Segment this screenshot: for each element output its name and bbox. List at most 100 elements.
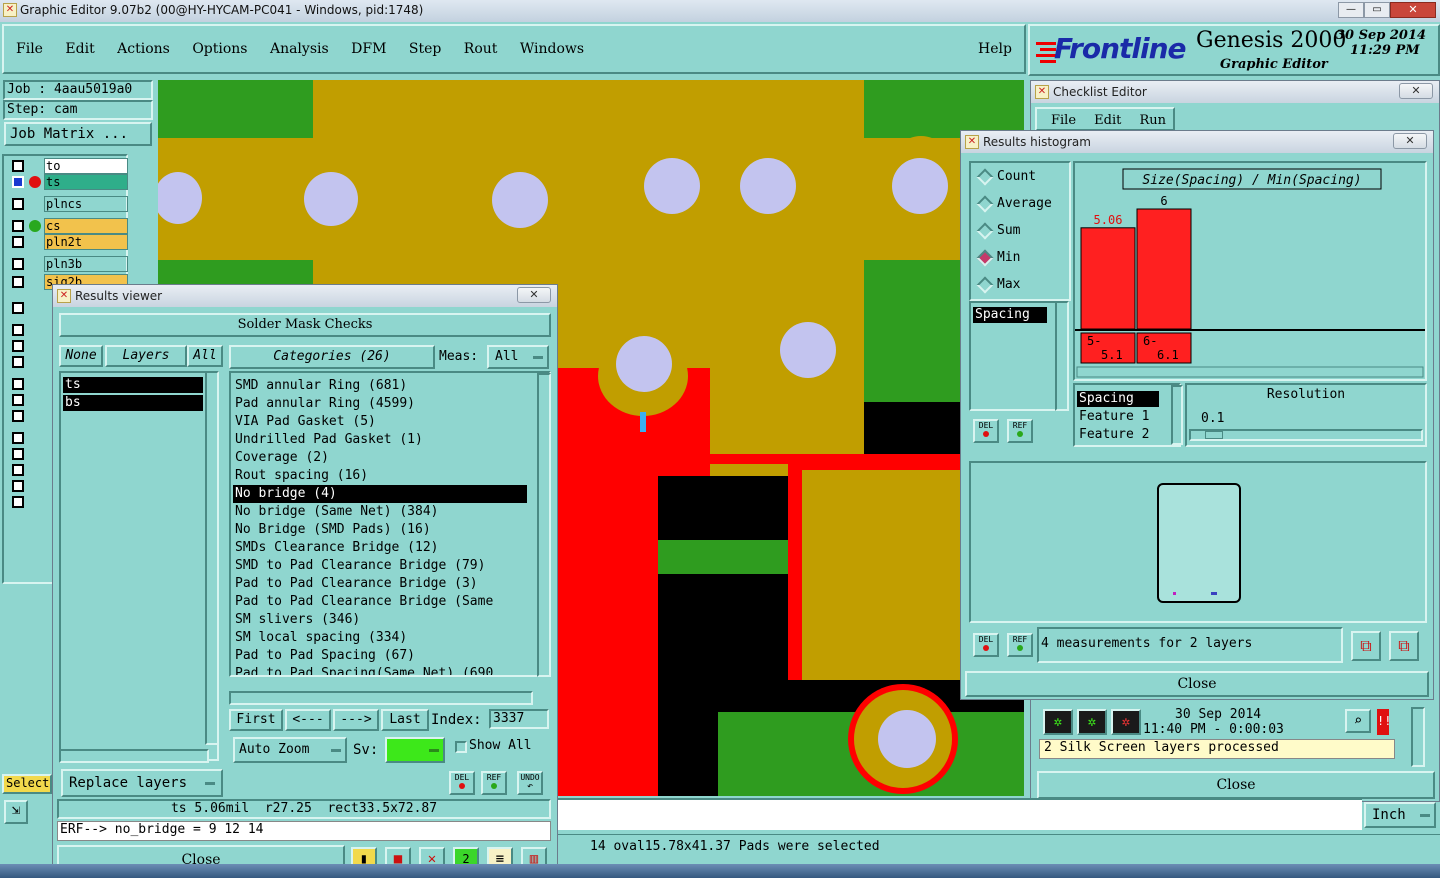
last-button[interactable]: Last [381, 709, 429, 731]
checklist-close-button[interactable]: Close [1037, 771, 1435, 799]
radio-average[interactable]: Average [976, 194, 1067, 214]
select-button[interactable]: Select [2, 774, 52, 794]
ref-icon[interactable]: REF [1007, 419, 1033, 443]
first-button[interactable]: First [229, 709, 283, 731]
close-icon[interactable]: ✕ [517, 287, 551, 303]
legend-scrollbar[interactable] [1171, 385, 1183, 445]
job-label: Job : 4aau5019a0 [3, 80, 153, 100]
none-button[interactable]: None [59, 345, 103, 367]
checklist-scrollbar[interactable] [1411, 707, 1425, 767]
category-item[interactable]: VIA Pad Gasket (5) [233, 413, 527, 431]
units-dropdown[interactable]: Inch [1364, 802, 1436, 828]
list-item[interactable]: Spacing [973, 307, 1047, 323]
step-label: Step: cam [3, 100, 153, 120]
del-icon[interactable]: DEL [449, 771, 475, 795]
category-item[interactable]: Pad to Pad Spacing (67) [233, 647, 527, 665]
category-item[interactable]: Coverage (2) [233, 449, 527, 467]
layer-checkbox[interactable] [12, 258, 24, 270]
category-item[interactable]: Rout spacing (16) [233, 467, 527, 485]
maximize-button[interactable]: ▭ [1364, 2, 1390, 18]
category-item[interactable]: SM local spacing (334) [233, 629, 527, 647]
auto-zoom-dropdown[interactable]: Auto Zoom [233, 737, 347, 763]
categories-list[interactable]: SMD annular Ring (681) Pad annular Ring (… [229, 371, 551, 677]
histogram-close-button[interactable]: Close [965, 671, 1429, 697]
category-item[interactable]: SMDs Clearance Bridge (12) [233, 539, 527, 557]
layer-checkbox[interactable] [12, 176, 24, 188]
close-icon[interactable]: ✕ [1393, 133, 1427, 149]
checklist-menu-run[interactable]: Run [1140, 113, 1167, 128]
checklist-menu-file[interactable]: File [1051, 113, 1076, 128]
category-item[interactable]: SMD to Pad Clearance Bridge (79) [233, 557, 527, 575]
menu-dfm[interactable]: DFM [351, 41, 386, 57]
radio-min[interactable]: Min [976, 248, 1067, 268]
category-item[interactable]: Pad to Pad Clearance Bridge (3) [233, 575, 527, 593]
categories-hscrollbar[interactable] [229, 691, 533, 705]
radio-sum[interactable]: Sum [976, 221, 1067, 241]
menu-step[interactable]: Step [409, 41, 441, 57]
menu-windows[interactable]: Windows [520, 41, 584, 57]
del-icon[interactable]: DEL [973, 419, 999, 443]
category-item[interactable]: No Bridge (SMD Pads) (16) [233, 521, 527, 539]
menu-rout[interactable]: Rout [464, 41, 498, 57]
category-item[interactable]: Undrilled Pad Gasket (1) [233, 431, 527, 449]
zoom-icon[interactable]: ⌕ [1345, 709, 1371, 733]
category-item[interactable]: Pad annular Ring (4599) [233, 395, 527, 413]
del-icon[interactable]: DEL [973, 633, 999, 657]
checklist-menu-edit[interactable]: Edit [1094, 113, 1121, 128]
layer-results-list[interactable]: ts bs [59, 371, 219, 761]
run-action-icon[interactable]: ✲ [1111, 709, 1141, 735]
layer-checkbox[interactable] [12, 198, 24, 210]
menu-options[interactable]: Options [192, 41, 247, 57]
list-item[interactable]: ts [63, 377, 203, 393]
export-icon[interactable]: ⧉ [1389, 631, 1419, 661]
close-icon[interactable]: ✕ [1399, 83, 1433, 99]
resolution-slider[interactable] [1189, 429, 1423, 441]
undo-icon[interactable]: UNDO ↶ [517, 771, 543, 795]
menu-help[interactable]: Help [978, 41, 1012, 57]
sv-color-dropdown[interactable] [385, 737, 445, 763]
menu-edit[interactable]: Edit [65, 41, 94, 57]
replace-layers-dropdown[interactable]: Replace layers [61, 769, 223, 797]
measure-list-scrollbar[interactable] [1055, 301, 1069, 411]
ref-icon[interactable]: REF [1007, 633, 1033, 657]
all-layers-button[interactable]: All [187, 345, 223, 367]
list-item[interactable]: bs [63, 395, 203, 411]
category-item[interactable]: Pad to Pad Spacing(Same Net) (690 [233, 665, 527, 675]
categories-scrollbar[interactable] [537, 373, 551, 677]
category-item[interactable]: SMD annular Ring (681) [233, 377, 527, 395]
category-item[interactable]: Pad to Pad Clearance Bridge (Same [233, 593, 527, 611]
minimize-button[interactable]: — [1338, 2, 1364, 18]
layers-button[interactable]: Layers [105, 345, 187, 367]
menu-file[interactable]: File [16, 41, 43, 57]
layer-checkbox[interactable] [12, 236, 24, 248]
show-all-checkbox[interactable] [455, 741, 467, 753]
export-icon[interactable]: ⧉ [1351, 631, 1381, 661]
radio-max[interactable]: Max [976, 275, 1067, 295]
category-item[interactable]: SM slivers (346) [233, 611, 527, 629]
meas-dropdown[interactable]: All [487, 345, 549, 369]
layer-checkbox[interactable] [12, 160, 24, 172]
index-input[interactable]: 3337 [489, 709, 549, 729]
ref-icon[interactable]: REF [481, 771, 507, 795]
run-action-icon[interactable]: ✲ [1043, 709, 1073, 735]
radio-icon [976, 276, 994, 294]
categories-button[interactable]: Categories (26) [229, 345, 435, 369]
menu-actions[interactable]: Actions [117, 41, 170, 57]
prev-button[interactable]: <--- [285, 709, 331, 731]
next-button[interactable]: ---> [333, 709, 379, 731]
layer-checkbox[interactable] [12, 276, 24, 288]
run-action-icon[interactable]: ✲ [1077, 709, 1107, 735]
category-item[interactable]: No bridge (Same Net) (384) [233, 503, 527, 521]
category-item[interactable]: No bridge (4) [233, 485, 527, 503]
job-matrix-button[interactable]: Job Matrix ... [4, 122, 152, 146]
slider-handle[interactable] [1205, 431, 1223, 439]
menu-analysis[interactable]: Analysis [270, 41, 329, 57]
radio-label: Count [997, 169, 1037, 184]
close-window-button[interactable]: ✕ [1390, 2, 1436, 18]
layer-checkbox[interactable] [12, 220, 24, 232]
layer-list-scrollbar[interactable] [205, 371, 219, 745]
histogram-measure-list[interactable]: Spacing [969, 301, 1057, 411]
layer-list-hscrollbar[interactable] [59, 749, 209, 763]
tool-icon-button[interactable]: ⇲ [4, 800, 28, 824]
radio-count[interactable]: Count [976, 167, 1067, 187]
